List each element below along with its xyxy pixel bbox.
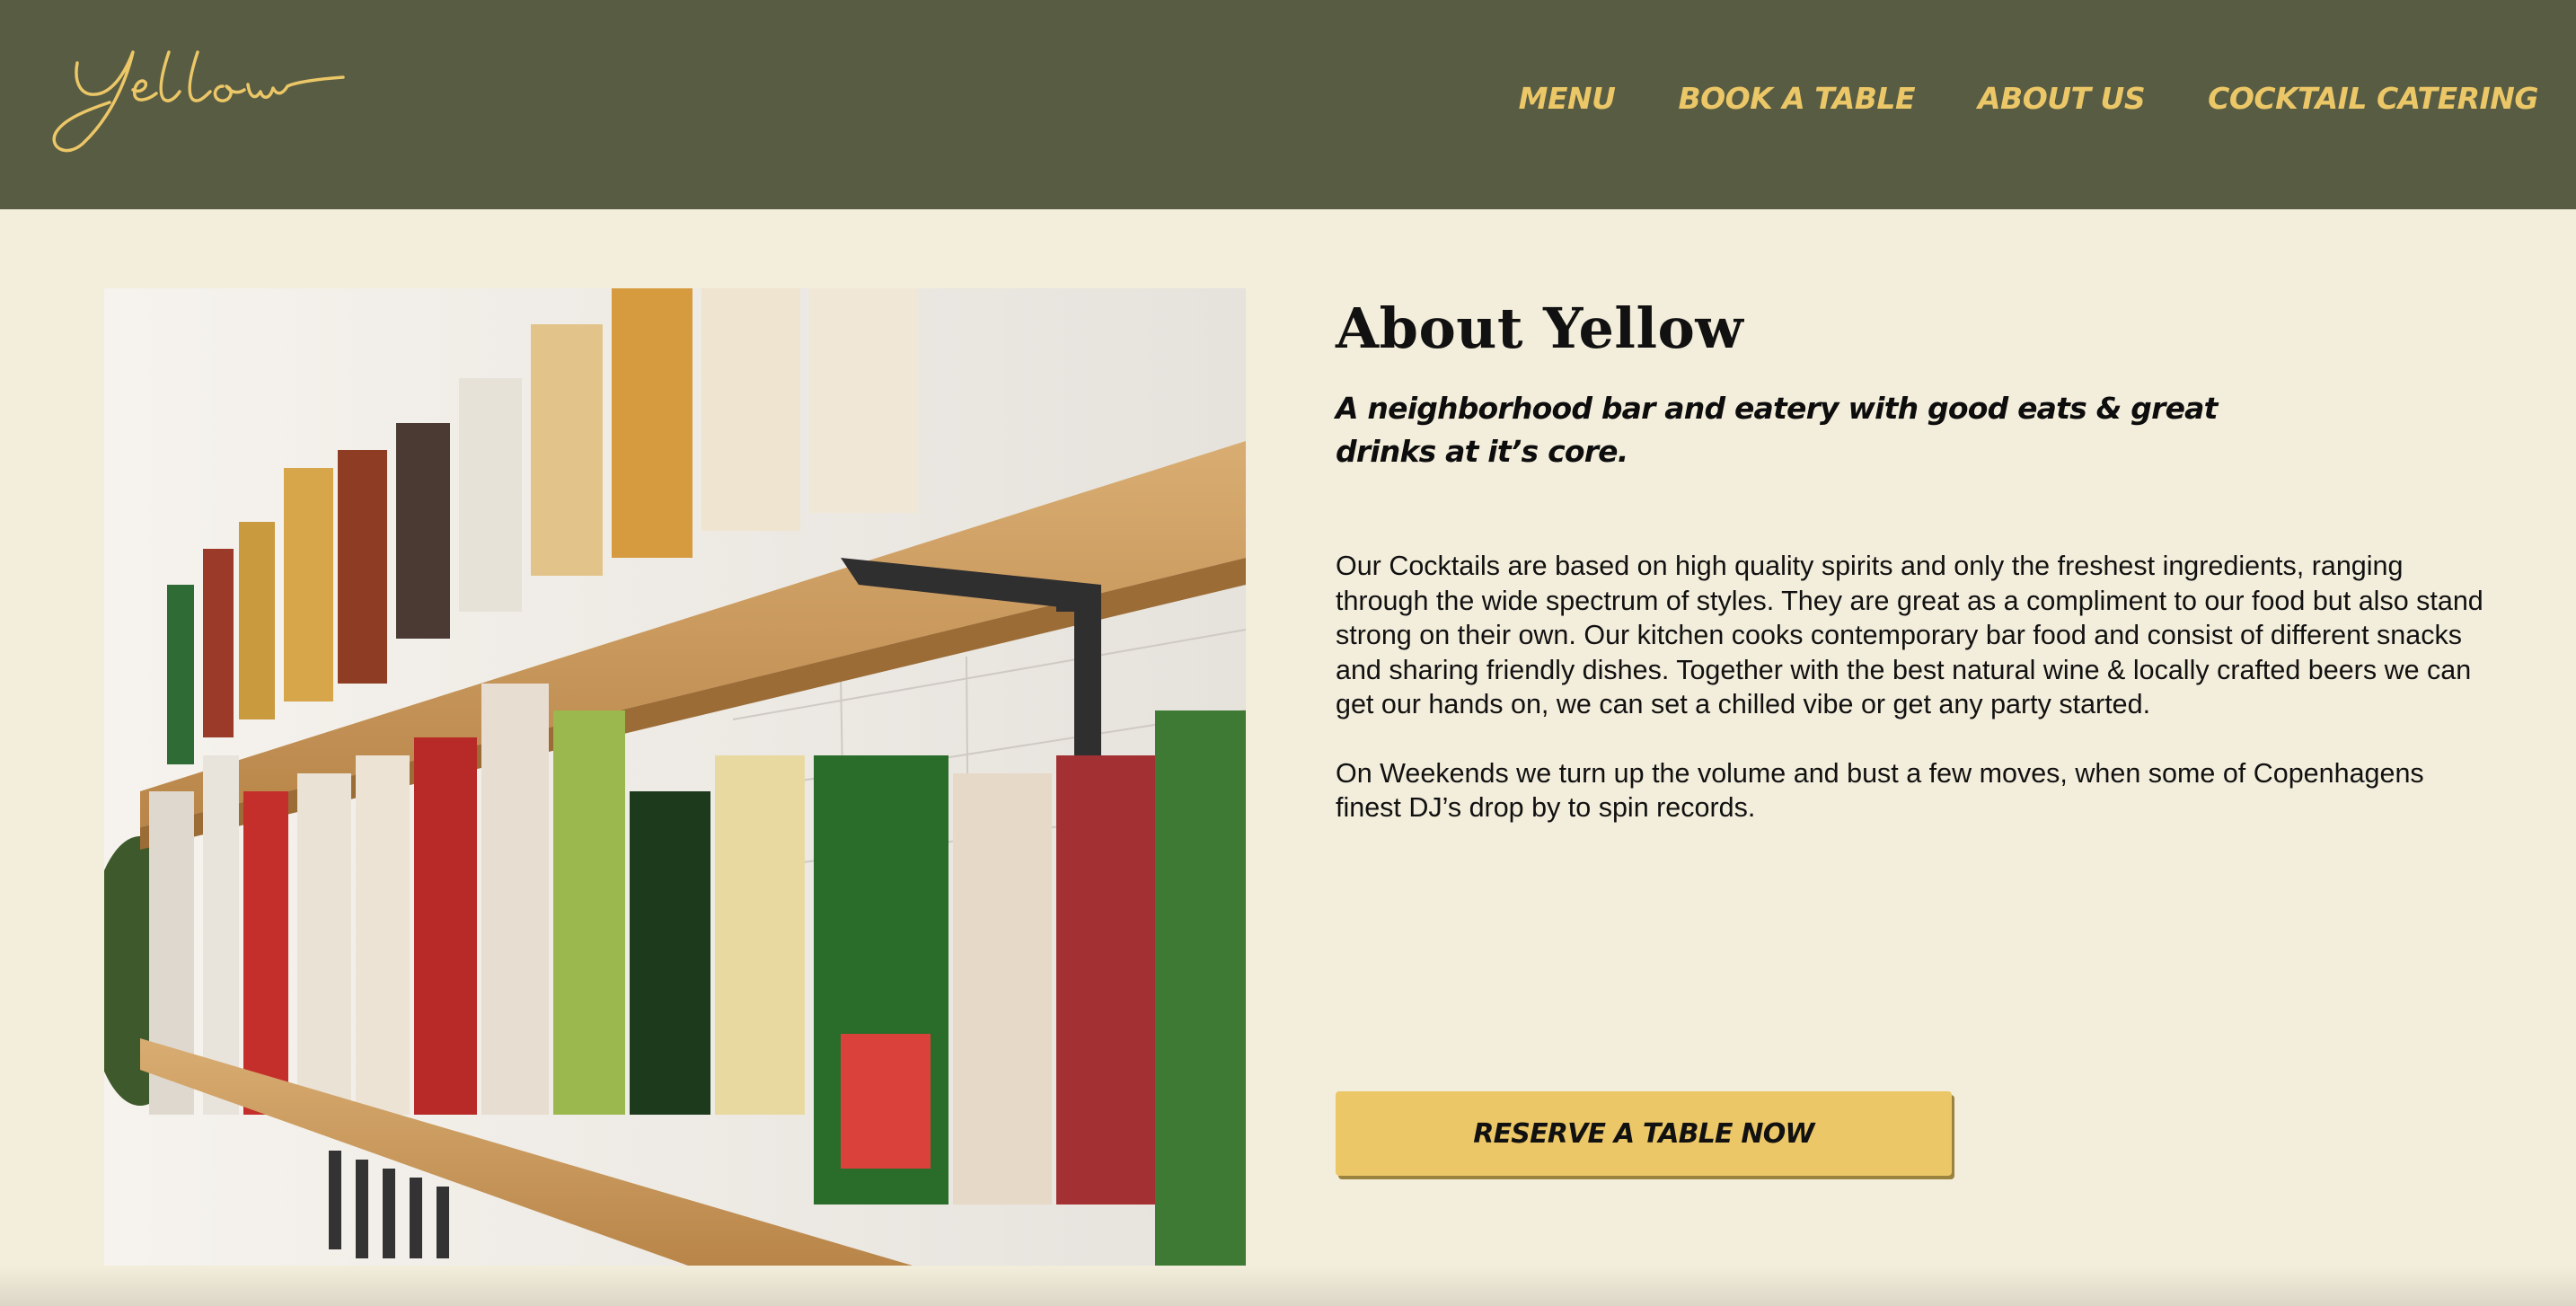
- about-section: About Yellow A neighborhood bar and eate…: [1336, 296, 2485, 825]
- bar-shelves-photo: [104, 288, 1246, 1266]
- section-bottom-shadow: [0, 1266, 2576, 1306]
- main-nav: MENU BOOK A TABLE ABOUT US COCKTAIL CATE…: [1519, 81, 2539, 116]
- nav-item-cocktail-catering[interactable]: COCKTAIL CATERING: [2208, 81, 2538, 116]
- about-paragraph-cocktails: Our Cocktails are based on high quality …: [1336, 551, 2483, 720]
- nav-item-menu[interactable]: MENU: [1519, 81, 1616, 116]
- about-paragraph-weekends: On Weekends we turn up the volume and bu…: [1336, 757, 2424, 824]
- about-title: About Yellow: [1336, 296, 1744, 361]
- about-tagline: A neighborhood bar and eatery with good …: [1336, 391, 2218, 470]
- reserve-table-button[interactable]: RESERVE A TABLE NOW: [1336, 1091, 1952, 1176]
- bottles-on-shelves-image: [104, 288, 1246, 1266]
- nav-item-about-us[interactable]: ABOUT US: [1978, 81, 2146, 116]
- yellow-logo-script: [52, 50, 345, 153]
- yellow-logo[interactable]: [47, 47, 370, 154]
- nav-item-book-a-table[interactable]: BOOK A TABLE: [1678, 81, 1915, 116]
- site-header: MENU BOOK A TABLE ABOUT US COCKTAIL CATE…: [0, 0, 2576, 209]
